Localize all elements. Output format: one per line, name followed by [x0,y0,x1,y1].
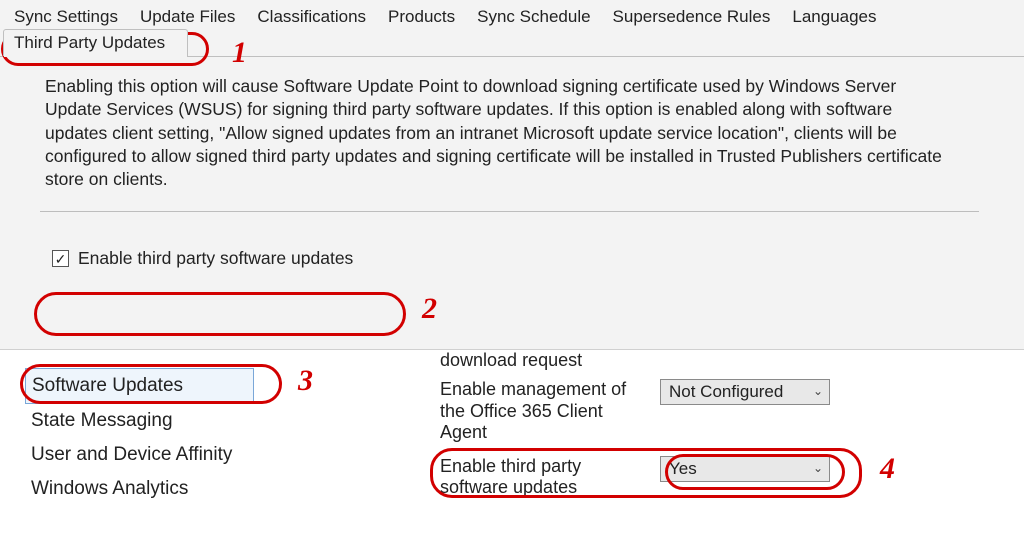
tab-strip: Sync Settings Update Files Classificatio… [0,0,1024,57]
setting-third-party-updates: Enable third party software updates Yes … [440,450,1000,505]
tab-sync-schedule[interactable]: Sync Schedule [466,3,601,30]
setting-o365-dropdown[interactable]: Not Configured ⌄ [660,379,830,405]
chevron-down-icon: ⌄ [813,461,823,475]
third-party-updates-description: Enabling this option will cause Software… [0,57,990,201]
chevron-down-icon: ⌄ [813,384,823,398]
tab-languages[interactable]: Languages [781,3,887,30]
divider [40,211,979,212]
setting-o365-agent: Enable management of the Office 365 Clie… [440,373,1000,450]
tab-supersedence-rules[interactable]: Supersedence Rules [602,3,782,30]
setting-tpsu-value: Yes [669,459,697,479]
setting-o365-label: Enable management of the Office 365 Clie… [440,379,660,444]
setting-tpsu-label: Enable third party software updates [440,456,660,499]
nav-user-device-affinity[interactable]: User and Device Affinity [25,438,365,472]
tab-third-party-updates[interactable]: Third Party Updates [3,29,188,56]
nav-state-messaging[interactable]: State Messaging [25,404,365,438]
enable-third-party-updates-checkbox[interactable]: ✓ Enable third party software updates [50,246,359,271]
sup-properties-dialog: Sync Settings Update Files Classificatio… [0,0,1024,350]
setting-o365-value: Not Configured [669,382,783,402]
client-settings-nav: Software Updates State Messaging User an… [25,368,365,506]
client-settings-detail: download request Enable management of th… [440,350,1000,505]
nav-software-updates[interactable]: Software Updates [25,368,254,404]
client-settings-panel: Software Updates State Messaging User an… [0,350,1024,538]
partial-setting-label: download request [440,350,1000,373]
tab-products[interactable]: Products [377,3,466,30]
checkbox-icon: ✓ [52,250,69,267]
tab-classifications[interactable]: Classifications [246,3,377,30]
tab-sync-settings[interactable]: Sync Settings [3,3,129,30]
checkbox-label: Enable third party software updates [78,248,353,269]
setting-tpsu-dropdown[interactable]: Yes ⌄ [660,456,830,482]
nav-windows-analytics[interactable]: Windows Analytics [25,472,365,506]
tab-update-files[interactable]: Update Files [129,3,246,30]
